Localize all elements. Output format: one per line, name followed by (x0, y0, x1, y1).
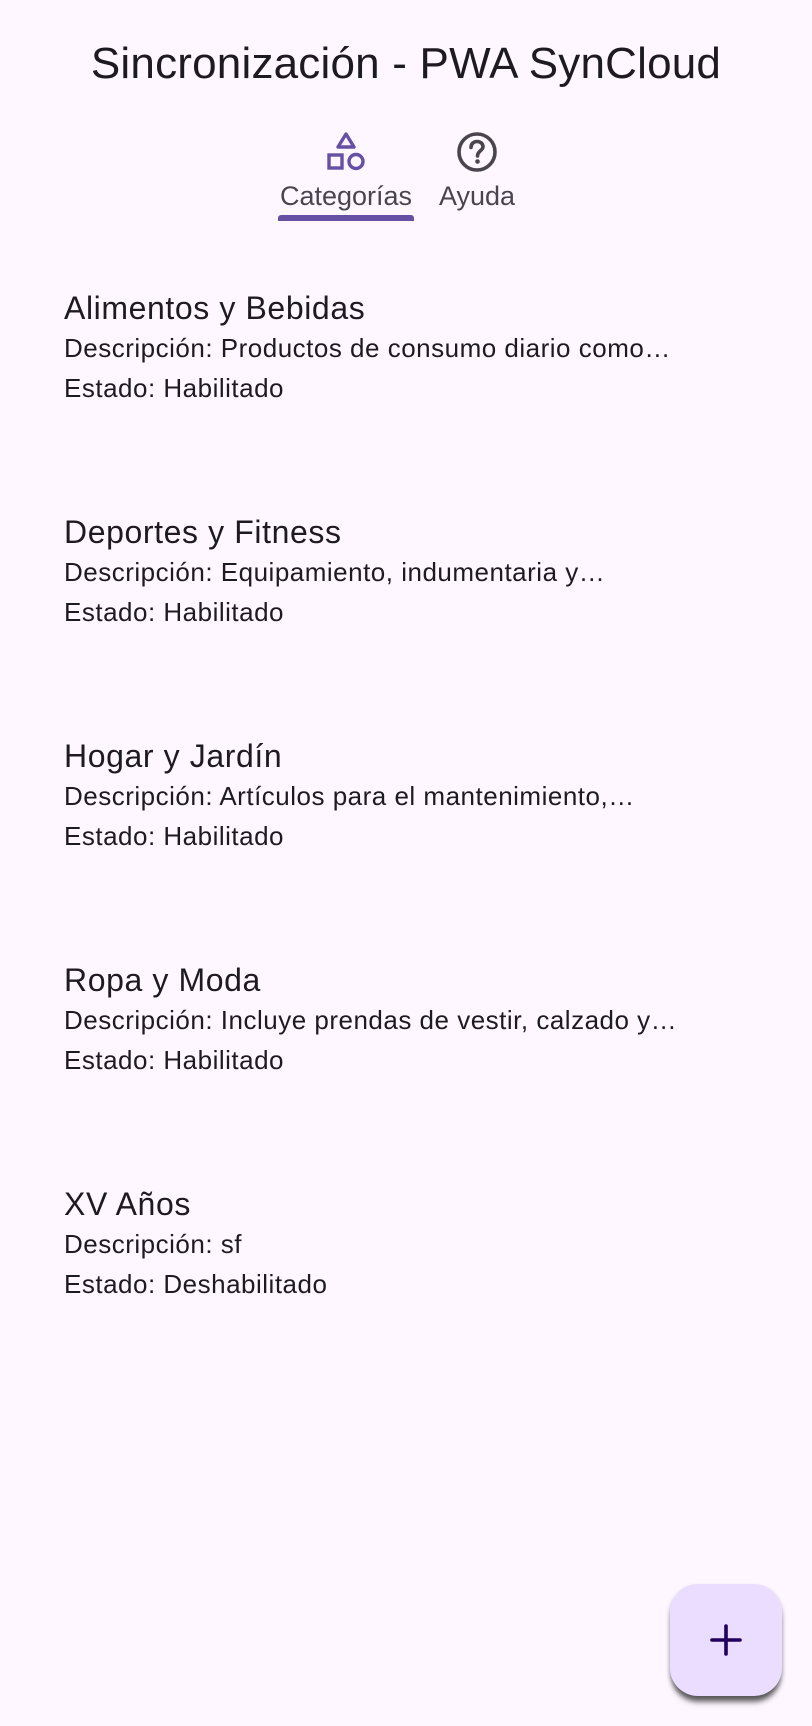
tab-categorias[interactable]: Categorías (278, 126, 414, 224)
category-description: Descripción: Incluye prendas de vestir, … (64, 1005, 678, 1035)
list-item[interactable]: Hogar y Jardín Descripción: Artículos pa… (0, 720, 812, 944)
category-description: Descripción: Productos de consumo diario… (64, 333, 671, 363)
category-status: Estado: Deshabilitado (64, 1269, 328, 1299)
list-item[interactable]: XV Años Descripción: sf Estado: Deshabil… (0, 1168, 812, 1392)
shapes-icon (327, 132, 365, 171)
help-circle-icon (457, 132, 497, 172)
tab-indicator (278, 215, 414, 221)
category-description: Descripción: Equipamiento, indumentaria … (64, 557, 606, 587)
category-name: Hogar y Jardín (64, 738, 283, 774)
add-category-button[interactable] (670, 1584, 782, 1696)
category-status: Estado: Habilitado (64, 1045, 285, 1075)
tab-label: Ayuda (438, 181, 516, 211)
tab-bar: Categorías Ayuda (0, 126, 812, 224)
category-description: Descripción: sf (64, 1229, 242, 1259)
category-description: Descripción: Artículos para el mantenimi… (64, 781, 635, 811)
category-name: Ropa y Moda (64, 962, 261, 998)
tab-ayuda[interactable]: Ayuda (434, 126, 520, 224)
list-item[interactable]: Alimentos y Bebidas Descripción: Product… (0, 272, 812, 496)
category-status: Estado: Habilitado (64, 597, 285, 627)
list-item[interactable]: Ropa y Moda Descripción: Incluye prendas… (0, 944, 812, 1168)
plus-icon (710, 1624, 742, 1656)
category-name: XV Años (64, 1186, 191, 1222)
category-status: Estado: Habilitado (64, 373, 285, 403)
app-bar: Sincronización - PWA SynCloud (0, 0, 812, 120)
category-list: Alimentos y Bebidas Descripción: Product… (0, 272, 812, 1392)
list-item[interactable]: Deportes y Fitness Descripción: Equipami… (0, 496, 812, 720)
tab-label: Categorías (279, 181, 413, 211)
category-name: Alimentos y Bebidas (64, 290, 366, 326)
category-status: Estado: Habilitado (64, 821, 285, 851)
category-name: Deportes y Fitness (64, 514, 342, 550)
page-title: Sincronización - PWA SynCloud (90, 39, 722, 88)
